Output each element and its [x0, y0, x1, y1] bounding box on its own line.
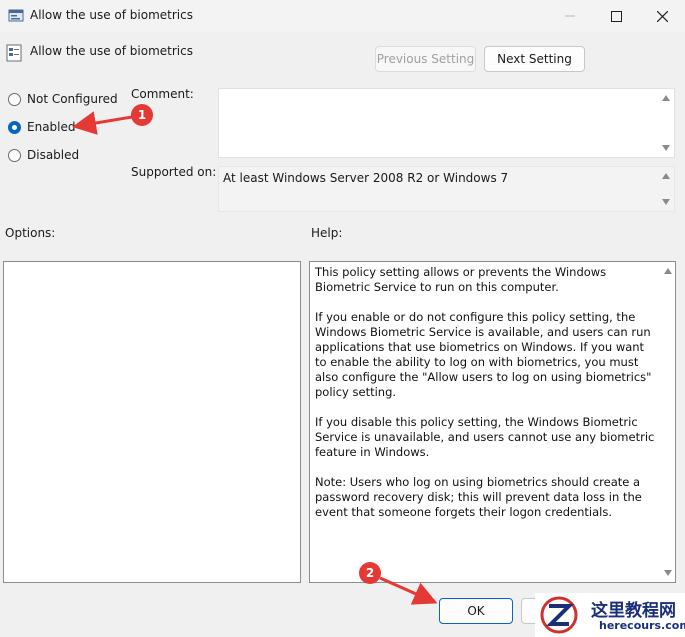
- help-panel: This policy setting allows or prevents t…: [309, 261, 676, 583]
- scroll-up-icon[interactable]: [663, 268, 672, 274]
- scroll-up-icon[interactable]: [661, 173, 670, 179]
- comment-textbox[interactable]: [218, 88, 675, 158]
- window-title: Allow the use of biometrics: [30, 8, 193, 22]
- options-label: Options:: [5, 226, 56, 240]
- supported-scrollbar[interactable]: [657, 167, 674, 211]
- annotation-badge-2: 2: [359, 562, 381, 584]
- options-panel: [3, 261, 301, 583]
- help-paragraph: If you disable this policy setting, the …: [315, 415, 655, 459]
- previous-setting-button[interactable]: Previous Setting: [375, 46, 476, 72]
- policy-editor-icon: [8, 9, 24, 22]
- watermark-text-cn: 这里教程网: [591, 601, 676, 621]
- maximize-button[interactable]: [593, 0, 639, 32]
- radio-enabled[interactable]: Enabled: [8, 120, 76, 134]
- watermark-text-en: herecours.com: [599, 619, 685, 632]
- help-label: Help:: [311, 226, 343, 240]
- scroll-down-icon[interactable]: [663, 570, 672, 576]
- scroll-down-icon[interactable]: [661, 199, 670, 205]
- watermark: 这里教程网 herecours.com: [535, 593, 685, 637]
- arrow-1: [72, 111, 133, 135]
- help-text: This policy setting allows or prevents t…: [315, 265, 655, 535]
- annotation-badge-1: 1: [131, 104, 153, 126]
- maximize-icon: [610, 10, 622, 22]
- scroll-up-icon[interactable]: [661, 95, 670, 101]
- close-button[interactable]: [639, 0, 685, 32]
- supported-on-box: At least Windows Server 2008 R2 or Windo…: [218, 166, 675, 212]
- policy-title: Allow the use of biometrics: [30, 44, 193, 58]
- radio-button[interactable]: [8, 120, 21, 134]
- radio-disabled[interactable]: Disabled: [8, 148, 79, 162]
- radio-label: Not Configured: [27, 92, 118, 106]
- supported-on-label: Supported on:: [131, 165, 217, 179]
- watermark-logo-icon: [540, 596, 578, 634]
- radio-label: Disabled: [27, 148, 80, 162]
- comment-label: Comment:: [131, 87, 194, 101]
- help-scrollbar[interactable]: [660, 262, 675, 582]
- help-paragraph: If you enable or do not configure this p…: [315, 310, 652, 399]
- help-paragraph: This policy setting allows or prevents t…: [315, 265, 607, 294]
- help-paragraph: Note: Users who log on using biometrics …: [315, 475, 642, 519]
- minimize-icon: [565, 15, 575, 17]
- supported-on-value: At least Windows Server 2008 R2 or Windo…: [223, 171, 509, 185]
- radio-label: Enabled: [27, 120, 76, 134]
- scroll-down-icon[interactable]: [661, 145, 670, 151]
- radio-button[interactable]: [8, 92, 21, 106]
- radio-not-configured[interactable]: Not Configured: [8, 92, 118, 106]
- policy-setting-icon: [6, 44, 22, 62]
- comment-scrollbar[interactable]: [657, 89, 674, 157]
- ok-button[interactable]: OK: [439, 598, 513, 624]
- radio-button[interactable]: [8, 148, 21, 162]
- next-setting-button[interactable]: Next Setting: [484, 46, 585, 72]
- close-icon: [656, 10, 668, 22]
- minimize-button[interactable]: [547, 0, 593, 32]
